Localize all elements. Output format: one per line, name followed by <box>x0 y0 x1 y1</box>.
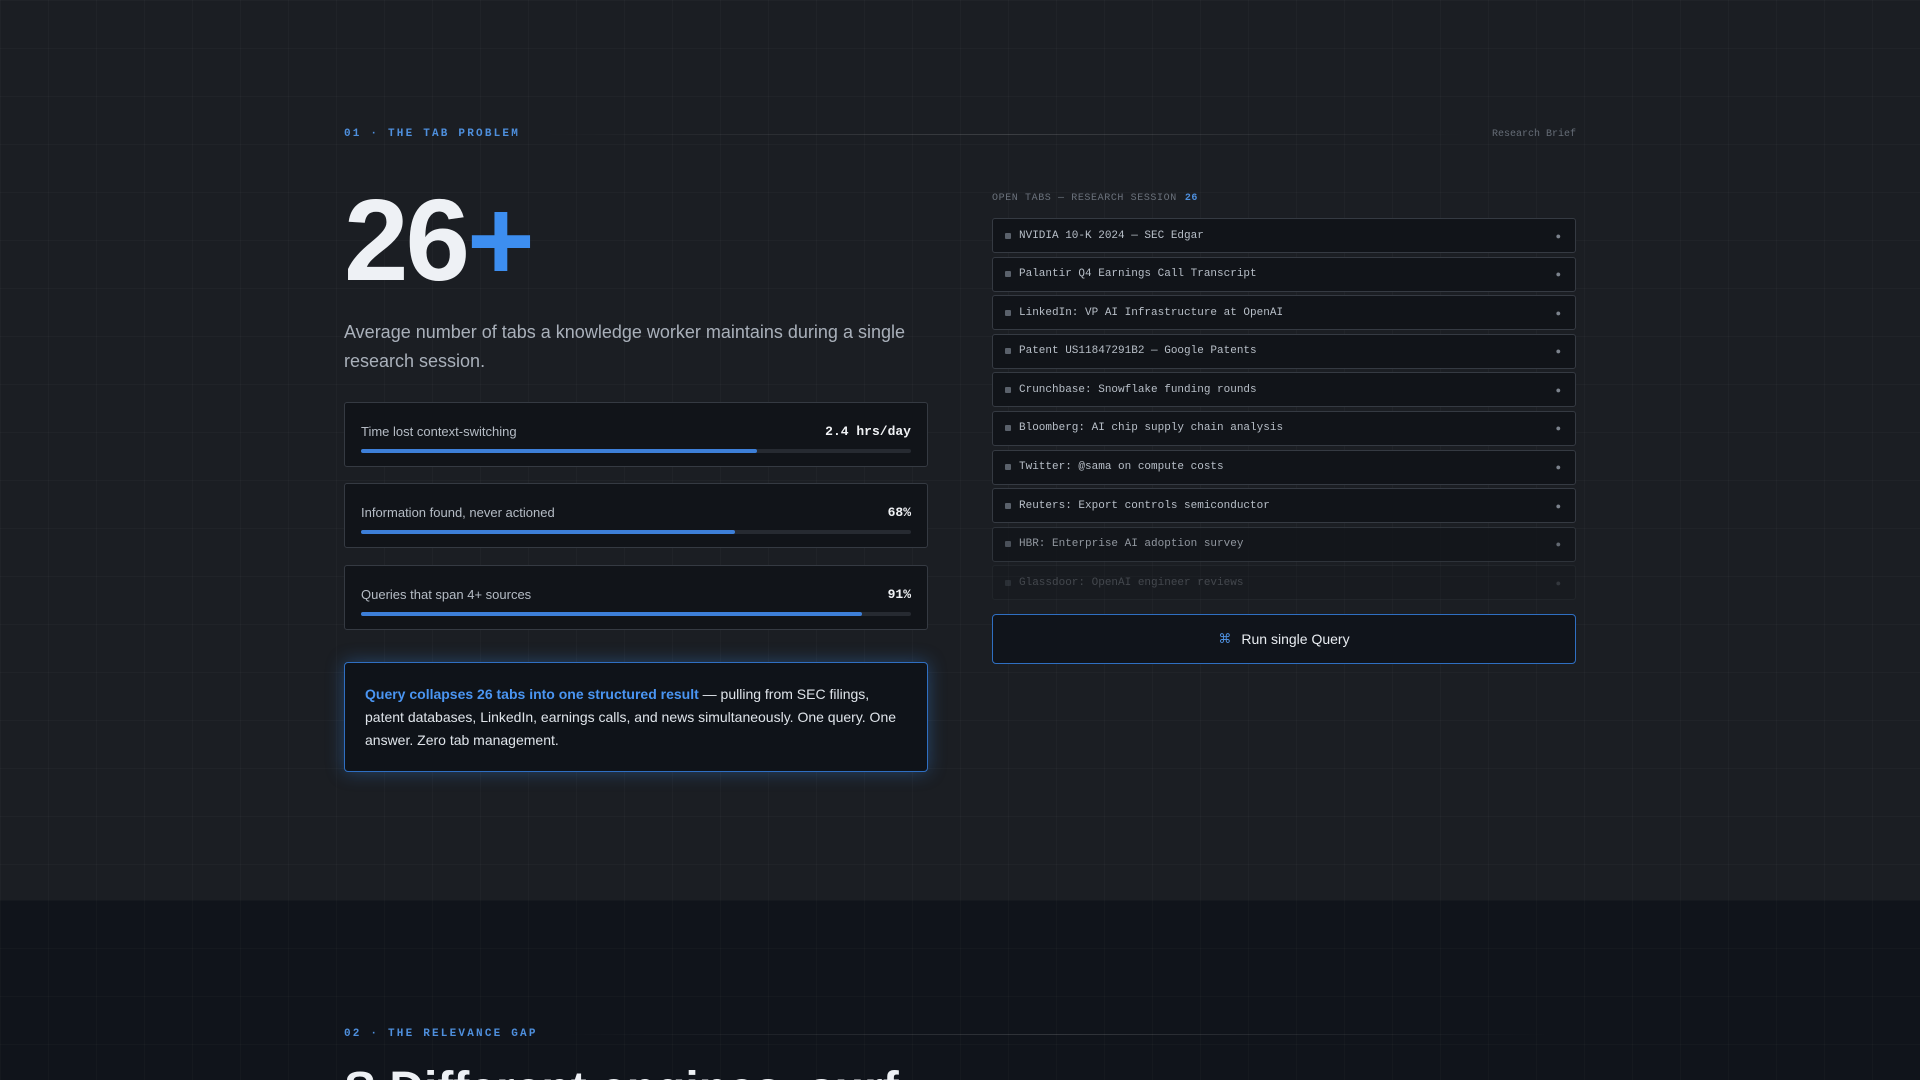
tab-title: Twitter: @sama on compute costs <box>1019 461 1224 474</box>
tab-close-icon[interactable]: ● <box>1556 385 1561 395</box>
tab-title: Crunchbase: Snowflake funding rounds <box>1019 383 1257 396</box>
section-right-label: Research Brief <box>1491 128 1576 140</box>
tab-title: HBR: Enterprise AI adoption survey <box>1019 538 1244 551</box>
tab-favicon-icon <box>1005 271 1011 278</box>
browser-tab[interactable]: Bloomberg: AI chip supply chain analysis… <box>992 410 1576 446</box>
tab-close-icon[interactable]: ● <box>1556 539 1561 549</box>
callout-highlight: Query collapses 26 tabs into one structu… <box>365 686 699 702</box>
metric-label: Time lost context-switching <box>361 423 517 439</box>
progress-fill <box>361 530 735 534</box>
run-query-label: Run single Query <box>1241 631 1350 647</box>
tab-title: NVIDIA 10-K 2024 — SEC Edgar <box>1019 229 1204 242</box>
browser-tab[interactable]: Palantir Q4 Earnings Call Transcript ● <box>992 256 1576 292</box>
progress-track <box>361 612 911 616</box>
run-query-button[interactable]: ⌘ Run single Query <box>992 614 1576 664</box>
tab-close-icon[interactable]: ● <box>1556 308 1561 318</box>
tab-favicon-icon <box>1005 386 1011 393</box>
metric-card: Information found, never actioned 68% <box>344 483 928 548</box>
tab-favicon-icon <box>1005 541 1011 548</box>
tab-title: Patent US11847291B2 — Google Patents <box>1019 345 1257 358</box>
section-header: 01 · THE TAB PROBLEM Research Brief <box>344 124 1576 144</box>
tab-favicon-icon <box>1005 309 1011 316</box>
tab-close-icon[interactable]: ● <box>1556 501 1561 511</box>
section-relevance-gap-background <box>0 900 1920 1080</box>
section-header: 02 · THE RELEVANCE GAP <box>344 1024 1576 1044</box>
browser-tab[interactable]: LinkedIn: VP AI Infrastructure at OpenAI… <box>992 295 1576 331</box>
tab-title: LinkedIn: VP AI Infrastructure at OpenAI <box>1019 306 1284 319</box>
big-stat: 26+ <box>344 180 535 300</box>
query-callout: Query collapses 26 tabs into one structu… <box>344 662 928 772</box>
browser-tab[interactable]: HBR: Enterprise AI adoption survey ● <box>992 526 1576 562</box>
section-divider <box>544 133 1468 135</box>
metric-value: 68% <box>887 504 911 520</box>
section-label: 01 · THE TAB PROBLEM <box>344 128 521 140</box>
metric-label: Queries that span 4+ sources <box>361 586 532 602</box>
tab-close-icon[interactable]: ● <box>1556 423 1561 433</box>
metric-value: 91% <box>887 586 911 602</box>
metric-card: Queries that span 4+ sources 91% <box>344 565 928 630</box>
metric-card: Time lost context-switching 2.4 hrs/day <box>344 402 928 467</box>
tab-favicon-icon <box>1005 232 1011 239</box>
section-heading: S Different engines, surf <box>344 1062 899 1080</box>
section-label: 02 · THE RELEVANCE GAP <box>344 1028 538 1040</box>
metric-label: Information found, never actioned <box>361 504 555 520</box>
tab-title: Glassdoor: OpenAI engineer reviews <box>1019 576 1244 589</box>
browser-tab[interactable]: Crunchbase: Snowflake funding rounds ● <box>992 372 1576 408</box>
progress-track <box>361 530 911 534</box>
tab-favicon-icon <box>1005 502 1011 509</box>
tab-close-icon[interactable]: ● <box>1556 462 1561 472</box>
browser-tab[interactable]: Patent US11847291B2 — Google Patents ● <box>992 333 1576 369</box>
tab-title: Reuters: Export controls semiconductor <box>1019 499 1270 512</box>
metric-value: 2.4 hrs/day <box>825 423 911 439</box>
tab-close-icon[interactable]: ● <box>1556 346 1561 356</box>
browser-tab[interactable]: Reuters: Export controls semiconductor ● <box>992 488 1576 524</box>
open-tabs-count: 26 <box>1184 192 1199 204</box>
lead-text: Average number of tabs a knowledge worke… <box>344 322 905 371</box>
big-stat-suffix: + <box>467 175 535 305</box>
section-divider <box>561 1033 1552 1035</box>
tab-close-icon[interactable]: ● <box>1556 578 1561 588</box>
tab-favicon-icon <box>1005 425 1011 432</box>
browser-tab[interactable]: Twitter: @sama on compute costs ● <box>992 449 1576 485</box>
open-tabs-list: NVIDIA 10-K 2024 — SEC Edgar ● Palantir Q… <box>992 218 1576 604</box>
browser-tab[interactable]: NVIDIA 10-K 2024 — SEC Edgar ● <box>992 218 1576 253</box>
tab-favicon-icon <box>1005 579 1011 586</box>
tab-close-icon[interactable]: ● <box>1556 231 1561 241</box>
big-stat-number: 26 <box>344 175 470 305</box>
command-icon: ⌘ <box>1218 631 1232 646</box>
tab-favicon-icon <box>1005 464 1011 471</box>
progress-track <box>361 449 911 453</box>
open-tabs-title: OPEN TABS — RESEARCH SESSION <box>992 192 1177 204</box>
tab-close-icon[interactable]: ● <box>1556 269 1561 279</box>
tab-favicon-icon <box>1005 348 1011 355</box>
open-tabs-header: OPEN TABS — RESEARCH SESSION 26 <box>992 190 1198 206</box>
tab-title: Bloomberg: AI chip supply chain analysis <box>1019 422 1284 435</box>
progress-fill <box>361 612 862 616</box>
browser-tab[interactable]: Glassdoor: OpenAI engineer reviews ● <box>992 565 1576 601</box>
progress-fill <box>361 449 757 453</box>
tab-title: Palantir Q4 Earnings Call Transcript <box>1019 268 1257 281</box>
